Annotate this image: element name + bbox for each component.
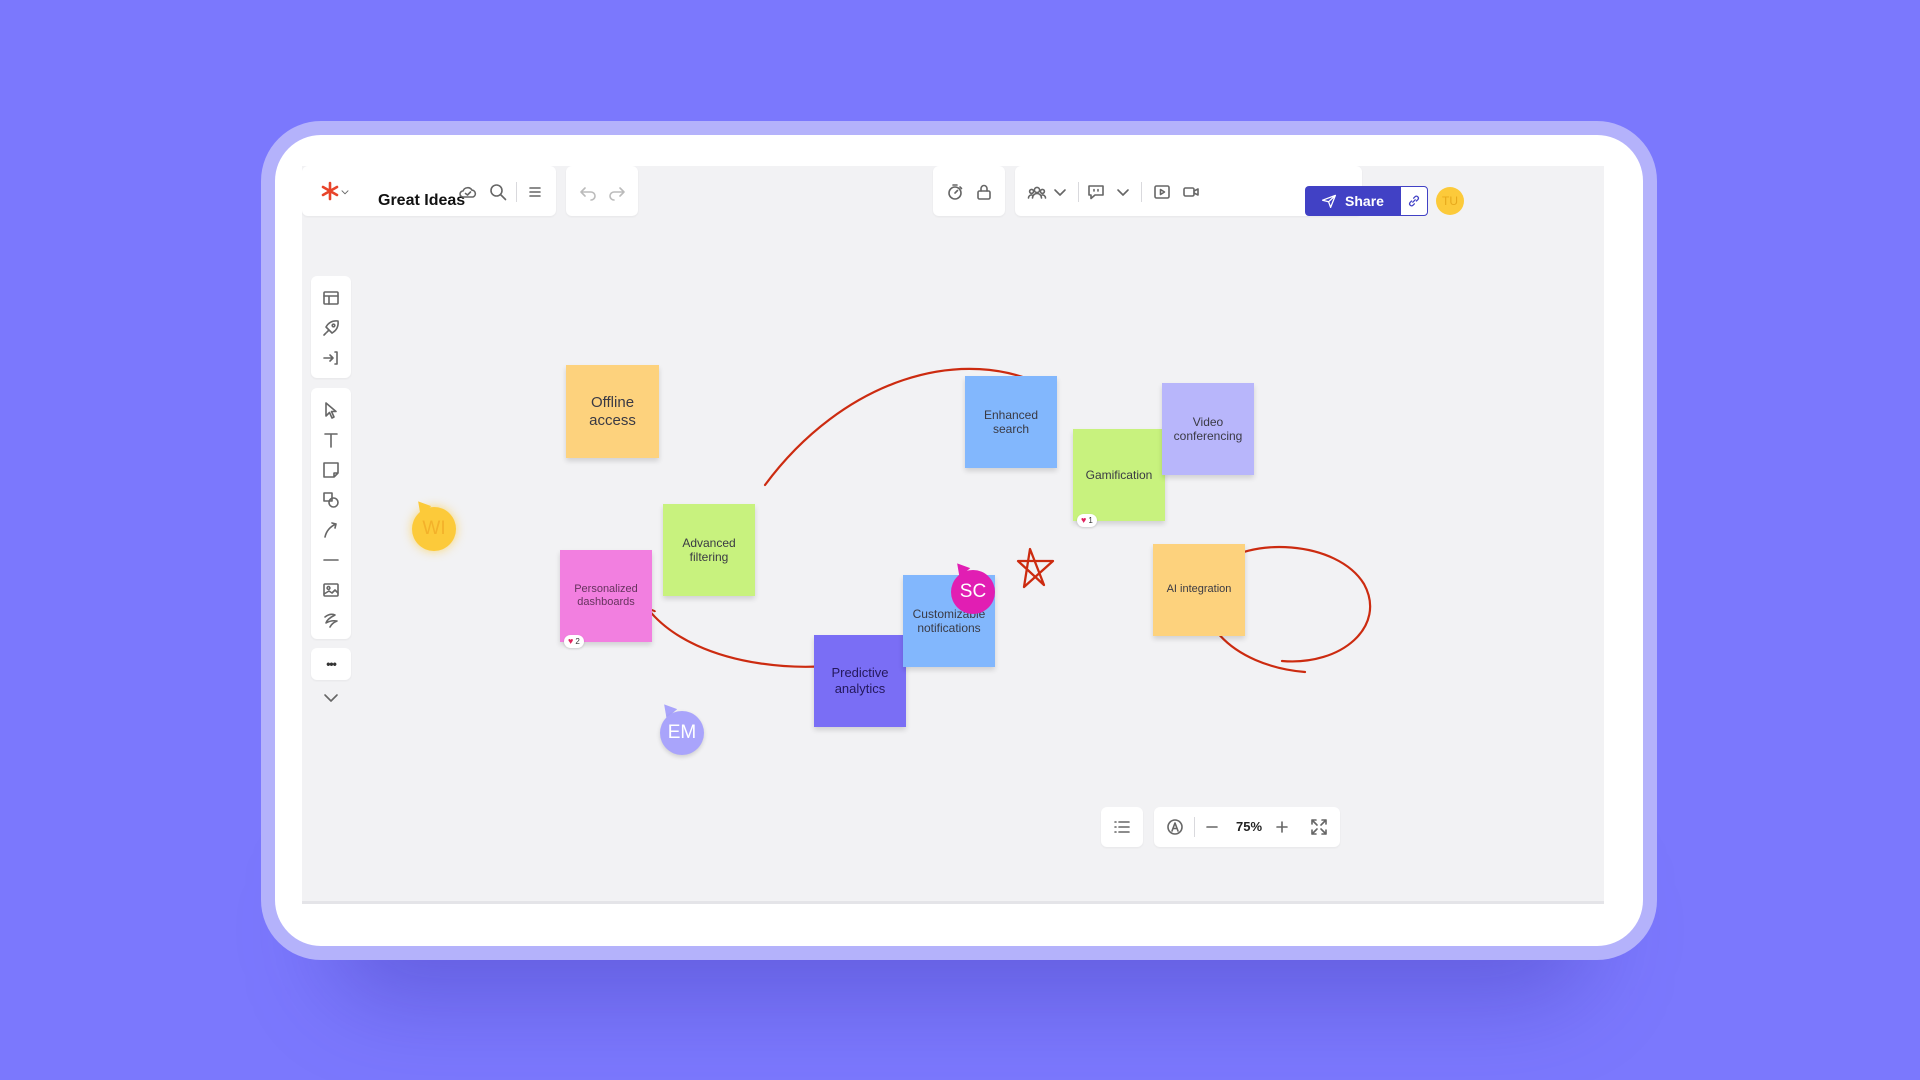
zoom-in-icon[interactable] (1270, 815, 1294, 839)
minimap-icon[interactable] (1163, 815, 1187, 839)
collaborator-cursor: WI (412, 507, 456, 551)
user-avatar[interactable]: TU (1436, 187, 1464, 215)
image-icon[interactable] (319, 578, 343, 602)
collaborator-cursor: SC (951, 570, 995, 614)
divider (1194, 817, 1195, 837)
fullscreen-icon[interactable] (1307, 815, 1331, 839)
collaborator-cursor: EM (660, 711, 704, 755)
redo-icon[interactable] (605, 180, 629, 204)
sticky-note-icon[interactable] (319, 458, 343, 482)
cloud-sync-icon[interactable] (456, 180, 480, 204)
connector-icon[interactable] (319, 518, 343, 542)
like-count: 1 (1088, 515, 1093, 525)
history-panel (566, 166, 638, 216)
comment-icon[interactable] (1084, 180, 1108, 204)
timer-panel (933, 166, 1005, 216)
sticky-note-text: Personalized dashboards (574, 582, 638, 608)
sticky-note[interactable]: Offline access (566, 365, 659, 458)
sticky-note-text: Gamification (1085, 467, 1153, 482)
chevron-down-icon[interactable] (1111, 180, 1135, 204)
board-menu-panel: Great Ideas (302, 166, 556, 216)
sticky-note[interactable]: AI integration (1153, 544, 1245, 636)
search-icon[interactable] (486, 180, 510, 204)
shapes-icon[interactable] (319, 488, 343, 512)
star-annotation (1016, 547, 1055, 589)
sticky-note[interactable]: Personalized dashboards ♥ 2 (560, 550, 652, 648)
video-call-icon[interactable] (1179, 180, 1203, 204)
divider (516, 182, 517, 202)
sticky-note[interactable]: Enhanced search (965, 376, 1057, 468)
send-icon (1321, 194, 1337, 209)
pen-icon[interactable] (319, 608, 343, 632)
lock-icon[interactable] (972, 180, 996, 204)
more-label: ••• (326, 657, 337, 671)
select-cursor-icon[interactable] (319, 398, 343, 422)
frames-icon[interactable] (319, 286, 343, 310)
zoom-level[interactable]: 75% (1236, 819, 1262, 834)
sticky-note[interactable]: Gamification ♥ 1 (1073, 429, 1165, 527)
share-button[interactable]: Share (1305, 186, 1400, 216)
present-icon[interactable] (1150, 180, 1174, 204)
chevron-down-icon[interactable] (338, 180, 352, 204)
like-count: 2 (575, 636, 580, 646)
board-title[interactable]: Great Ideas (378, 192, 465, 210)
list-icon[interactable] (1110, 815, 1134, 839)
more-tools-button[interactable]: ••• (311, 648, 351, 680)
link-icon (1408, 195, 1420, 207)
divider (1078, 182, 1079, 202)
sticky-note[interactable]: Predictive analytics (814, 635, 906, 727)
collaborators-icon[interactable] (1025, 180, 1049, 204)
tablet-screen: Great Ideas Share TU ••• Offline access … (275, 135, 1643, 946)
timer-icon[interactable] (943, 180, 967, 204)
chevron-down-icon[interactable] (1048, 180, 1072, 204)
collaboration-panel: Share TU (1015, 166, 1464, 216)
heart-icon: ♥ (568, 636, 574, 647)
heart-icon: ♥ (1081, 515, 1087, 526)
sticky-note[interactable]: Video conferencing (1162, 383, 1254, 475)
rocket-icon[interactable] (319, 316, 343, 340)
line-icon[interactable] (319, 548, 343, 572)
like-badge[interactable]: ♥ 1 (1077, 514, 1097, 527)
tablet-frame: Great Ideas Share TU ••• Offline access … (261, 121, 1657, 960)
import-icon[interactable] (319, 346, 343, 370)
menu-icon[interactable] (523, 180, 547, 204)
zoom-out-icon[interactable] (1200, 815, 1224, 839)
undo-icon[interactable] (576, 180, 600, 204)
whiteboard-canvas[interactable]: Great Ideas Share TU ••• Offline access … (302, 166, 1604, 904)
text-tool-icon[interactable] (319, 428, 343, 452)
annotation-layer (646, 367, 1372, 674)
share-label: Share (1345, 193, 1384, 209)
left-toolbar-tools (311, 388, 351, 639)
left-toolbar-top (311, 276, 351, 378)
copy-link-button[interactable] (1400, 186, 1428, 216)
divider (1141, 182, 1142, 202)
zoom-panel: 75% (1154, 807, 1340, 847)
like-badge[interactable]: ♥ 2 (564, 635, 584, 648)
outline-panel (1101, 807, 1143, 847)
chevron-down-icon[interactable] (319, 686, 343, 710)
sticky-note[interactable]: Advanced filtering (663, 504, 755, 596)
